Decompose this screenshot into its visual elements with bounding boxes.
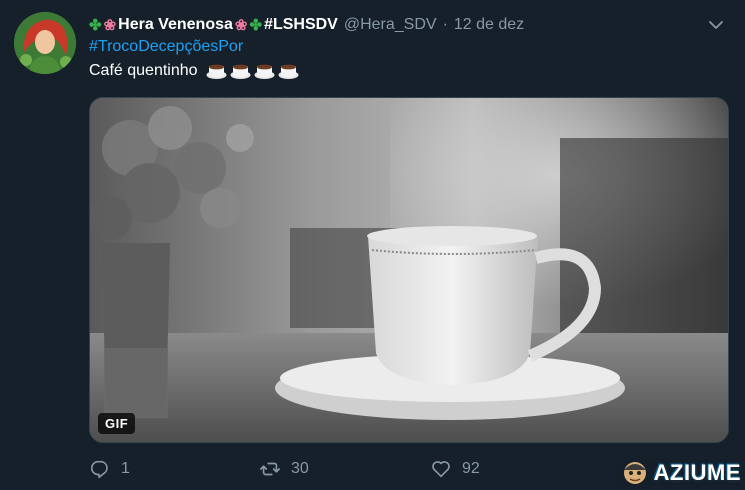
gif-badge: GIF bbox=[98, 413, 136, 434]
reply-button[interactable]: 1 bbox=[89, 458, 130, 480]
display-name-text: Hera Venenosa bbox=[118, 16, 233, 33]
avatar[interactable] bbox=[14, 12, 76, 74]
retweet-count: 30 bbox=[291, 460, 309, 477]
tweet-date[interactable]: 12 de dez bbox=[454, 16, 524, 34]
hashtag-link[interactable]: #TrocoDecepçõesPor bbox=[89, 38, 243, 56]
gif-frame-image bbox=[90, 98, 728, 442]
tweet-text: Café quentinho bbox=[89, 62, 299, 80]
user-handle[interactable]: @Hera_SDV bbox=[344, 16, 437, 34]
avatar-image bbox=[14, 12, 76, 74]
coffee-emoji-group bbox=[206, 62, 299, 80]
reply-icon bbox=[90, 460, 108, 479]
reply-count: 1 bbox=[121, 460, 130, 477]
display-name[interactable]: ✤ ❀ Hera Venenosa ❀ ✤ #LSHSDV bbox=[89, 16, 338, 34]
coffee-cup-icon bbox=[230, 64, 251, 79]
gif-media[interactable]: GIF bbox=[89, 97, 729, 443]
retweet-button[interactable]: 30 bbox=[259, 458, 309, 480]
clover-icon: ✤ bbox=[249, 16, 263, 34]
display-name-suffix: #LSHSDV bbox=[264, 16, 338, 33]
tweet-text-content: Café quentinho bbox=[89, 62, 198, 79]
like-count: 92 bbox=[462, 460, 480, 477]
watermark: AZIUME bbox=[617, 460, 741, 486]
clover-icon: ✤ bbox=[89, 16, 102, 34]
separator-dot: · bbox=[442, 16, 448, 33]
retweet-icon bbox=[260, 462, 280, 476]
coffee-cup-icon bbox=[278, 64, 299, 79]
heart-icon bbox=[432, 461, 450, 478]
watermark-text: AZIUME bbox=[653, 460, 741, 485]
coffee-cup-icon bbox=[254, 64, 275, 79]
watermark-mascot-icon bbox=[623, 462, 646, 484]
tulip-icon: ❀ bbox=[234, 16, 248, 34]
tweet-header: ✤ ❀ Hera Venenosa ❀ ✤ #LSHSDV @Hera_SDV … bbox=[89, 12, 729, 38]
coffee-cup-icon bbox=[206, 64, 227, 79]
chevron-down-icon[interactable] bbox=[703, 12, 729, 38]
tulip-icon: ❀ bbox=[103, 16, 117, 34]
like-button[interactable]: 92 bbox=[430, 458, 480, 480]
